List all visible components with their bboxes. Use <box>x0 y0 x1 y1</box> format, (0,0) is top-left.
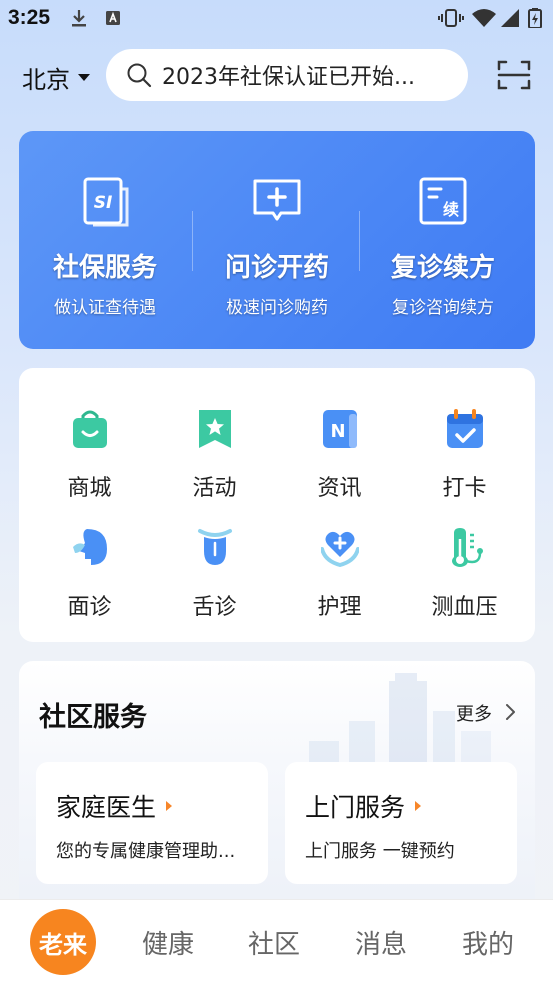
battery-icon <box>528 8 542 28</box>
grid-item-label: 打卡 <box>442 476 487 501</box>
hero-service-title: 问诊开药 <box>224 253 329 283</box>
social-security-icon: SI <box>83 177 129 227</box>
chevron-right-icon[interactable] <box>503 703 517 721</box>
download-icon <box>72 10 86 27</box>
svg-text:续: 续 <box>443 200 459 219</box>
hero-service-social-security[interactable]: SI 社保服务 做认证查待遇 <box>19 131 191 349</box>
grid-item-label: 护理 <box>317 595 362 620</box>
nav-item-messages[interactable]: 消息 <box>355 924 407 961</box>
status-time: 3:25 <box>8 6 51 29</box>
grid-item-nursing[interactable]: 护理 <box>277 527 402 637</box>
grid-item-face-diagnosis[interactable]: 面诊 <box>27 527 152 637</box>
service-card-title-text: 上门服务 <box>305 793 406 822</box>
service-card-subtitle: 上门服务 一键预约 <box>305 841 455 862</box>
hero-services-card: SI 社保服务 做认证查待遇 问诊开药 极速问诊购药 续 复诊续方 复诊咨询续方 <box>19 131 535 349</box>
more-link[interactable]: 更多 <box>456 700 492 726</box>
search-input[interactable]: 2023年社保认证已开始... <box>106 49 468 101</box>
blood-pressure-icon <box>452 528 483 567</box>
grid-item-mall[interactable]: 商城 <box>27 408 152 518</box>
star-bookmark-icon <box>199 410 231 448</box>
face-profile-icon <box>73 529 107 565</box>
svg-text:SI: SI <box>94 193 113 213</box>
grid-item-news[interactable]: N 资讯 <box>277 408 402 518</box>
service-card-title: 上门服务 <box>305 788 422 824</box>
hero-service-subtitle: 做认证查待遇 <box>54 298 156 318</box>
community-services-card: 社区服务 更多 家庭医生 您的专属健康管理助... 上门服务 上门服务 一键预约 <box>19 661 535 911</box>
hero-service-consult[interactable]: 问诊开药 极速问诊购药 <box>191 131 363 349</box>
grid-item-label: 舌诊 <box>192 595 237 620</box>
hero-service-title: 复诊续方 <box>390 253 495 283</box>
tongue-icon <box>198 529 232 565</box>
consult-plus-icon <box>253 179 301 221</box>
vibrate-icon <box>438 9 464 27</box>
hero-service-title: 社保服务 <box>52 253 157 283</box>
hero-service-renew[interactable]: 续 复诊续方 复诊咨询续方 <box>357 131 529 349</box>
scan-icon[interactable] <box>497 59 531 91</box>
nav-item-mine[interactable]: 我的 <box>462 924 514 961</box>
search-icon <box>127 63 152 88</box>
triangle-right-icon <box>166 801 173 811</box>
home-visit-card[interactable]: 上门服务 上门服务 一键预约 <box>285 762 517 884</box>
city-label: 北京 <box>22 66 70 94</box>
hero-service-subtitle: 复诊咨询续方 <box>392 298 494 318</box>
service-card-title: 家庭医生 <box>56 788 173 824</box>
caret-down-icon <box>78 74 90 81</box>
service-card-subtitle: 您的专属健康管理助... <box>56 841 236 862</box>
search-placeholder: 2023年社保认证已开始... <box>162 65 415 90</box>
prescription-renew-icon: 续 <box>419 177 467 225</box>
svg-text:N: N <box>330 421 345 442</box>
triangle-right-icon <box>415 801 422 811</box>
news-icon: N <box>323 410 357 448</box>
community-title: 社区服务 <box>39 702 147 733</box>
calendar-check-icon <box>447 409 483 448</box>
wifi-icon <box>472 9 496 27</box>
grid-item-label: 商城 <box>67 476 112 501</box>
grid-item-label: 资讯 <box>317 476 362 501</box>
hero-service-subtitle: 极速问诊购药 <box>226 298 328 318</box>
family-doctor-card[interactable]: 家庭医生 您的专属健康管理助... <box>36 762 268 884</box>
city-selector[interactable]: 北京 <box>22 60 90 95</box>
service-card-title-text: 家庭医生 <box>56 793 157 822</box>
grid-item-tongue-diagnosis[interactable]: 舌诊 <box>152 527 277 637</box>
grid-item-events[interactable]: 活动 <box>152 408 277 518</box>
nav-home-logo[interactable]: 老来 <box>30 909 96 975</box>
grid-item-checkin[interactable]: 打卡 <box>402 408 527 518</box>
grid-item-label: 面诊 <box>67 595 112 620</box>
grid-item-label: 测血压 <box>431 595 498 620</box>
status-bar: 3:25 <box>0 0 553 36</box>
nav-item-health[interactable]: 健康 <box>142 924 194 961</box>
shopping-bag-icon <box>73 410 107 448</box>
heart-care-icon <box>321 531 359 567</box>
feature-grid-card: 商城 活动 N 资讯 打卡 面诊 舌诊 护理 测血压 <box>19 368 535 642</box>
nav-item-community[interactable]: 社区 <box>248 924 300 961</box>
text-a-icon <box>106 11 120 25</box>
bottom-nav: 老来 健康 社区 消息 我的 <box>0 899 553 982</box>
grid-item-blood-pressure[interactable]: 测血压 <box>402 527 527 637</box>
grid-item-label: 活动 <box>192 476 237 501</box>
signal-icon <box>501 9 519 27</box>
